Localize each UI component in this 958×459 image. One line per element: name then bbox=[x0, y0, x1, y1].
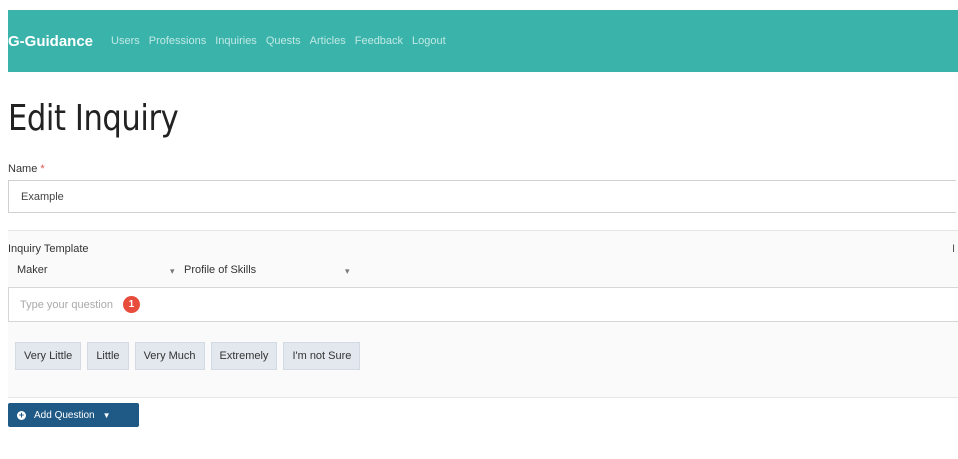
answer-very-much[interactable]: Very Much bbox=[134, 342, 205, 370]
name-input[interactable]: Example bbox=[8, 180, 956, 213]
chevron-down-icon[interactable]: ▾ bbox=[170, 266, 175, 277]
brand-logo[interactable]: G-Guidance bbox=[8, 33, 93, 50]
page-title: Edit Inquiry bbox=[8, 98, 179, 139]
add-question-label: Add Question bbox=[34, 409, 95, 421]
notification-badge: 1 bbox=[122, 296, 140, 313]
question-input[interactable]: Type your question 1 bbox=[8, 287, 958, 322]
nav-link-inquiries[interactable]: Inquiries bbox=[215, 35, 257, 47]
plus-circle-icon: + bbox=[17, 409, 26, 420]
panel-edge-mark: I bbox=[952, 243, 956, 255]
caret-down-icon: ▼ bbox=[102, 410, 111, 420]
answer-extremely[interactable]: Extremely bbox=[210, 342, 278, 370]
maker-select[interactable]: Maker bbox=[17, 264, 48, 276]
required-marker: * bbox=[40, 163, 45, 175]
top-navbar: G-Guidance Users Professions Inquiries Q… bbox=[8, 10, 958, 72]
chevron-down-icon[interactable]: ▾ bbox=[345, 266, 350, 277]
nav-link-feedback[interactable]: Feedback bbox=[355, 35, 403, 47]
question-placeholder: Type your question bbox=[20, 298, 113, 311]
name-input-value: Example bbox=[21, 190, 64, 203]
nav-link-logout[interactable]: Logout bbox=[412, 35, 446, 47]
answer-options: Very Little Little Very Much Extremely I… bbox=[15, 342, 361, 370]
profile-select[interactable]: Profile of Skills bbox=[184, 264, 256, 276]
name-label-text: Name bbox=[8, 163, 38, 175]
nav-link-users[interactable]: Users bbox=[111, 35, 140, 47]
inquiry-template-label: Inquiry Template bbox=[8, 243, 89, 255]
answer-very-little[interactable]: Very Little bbox=[15, 342, 82, 370]
nav-link-articles[interactable]: Articles bbox=[310, 35, 346, 47]
name-label: Name * bbox=[8, 163, 45, 175]
add-question-button[interactable]: + Add Question ▼ bbox=[8, 403, 139, 427]
answer-not-sure[interactable]: I'm not Sure bbox=[283, 342, 361, 370]
answer-little[interactable]: Little bbox=[87, 342, 129, 370]
nav-link-quests[interactable]: Quests bbox=[266, 35, 301, 47]
nav-link-professions[interactable]: Professions bbox=[149, 35, 206, 47]
